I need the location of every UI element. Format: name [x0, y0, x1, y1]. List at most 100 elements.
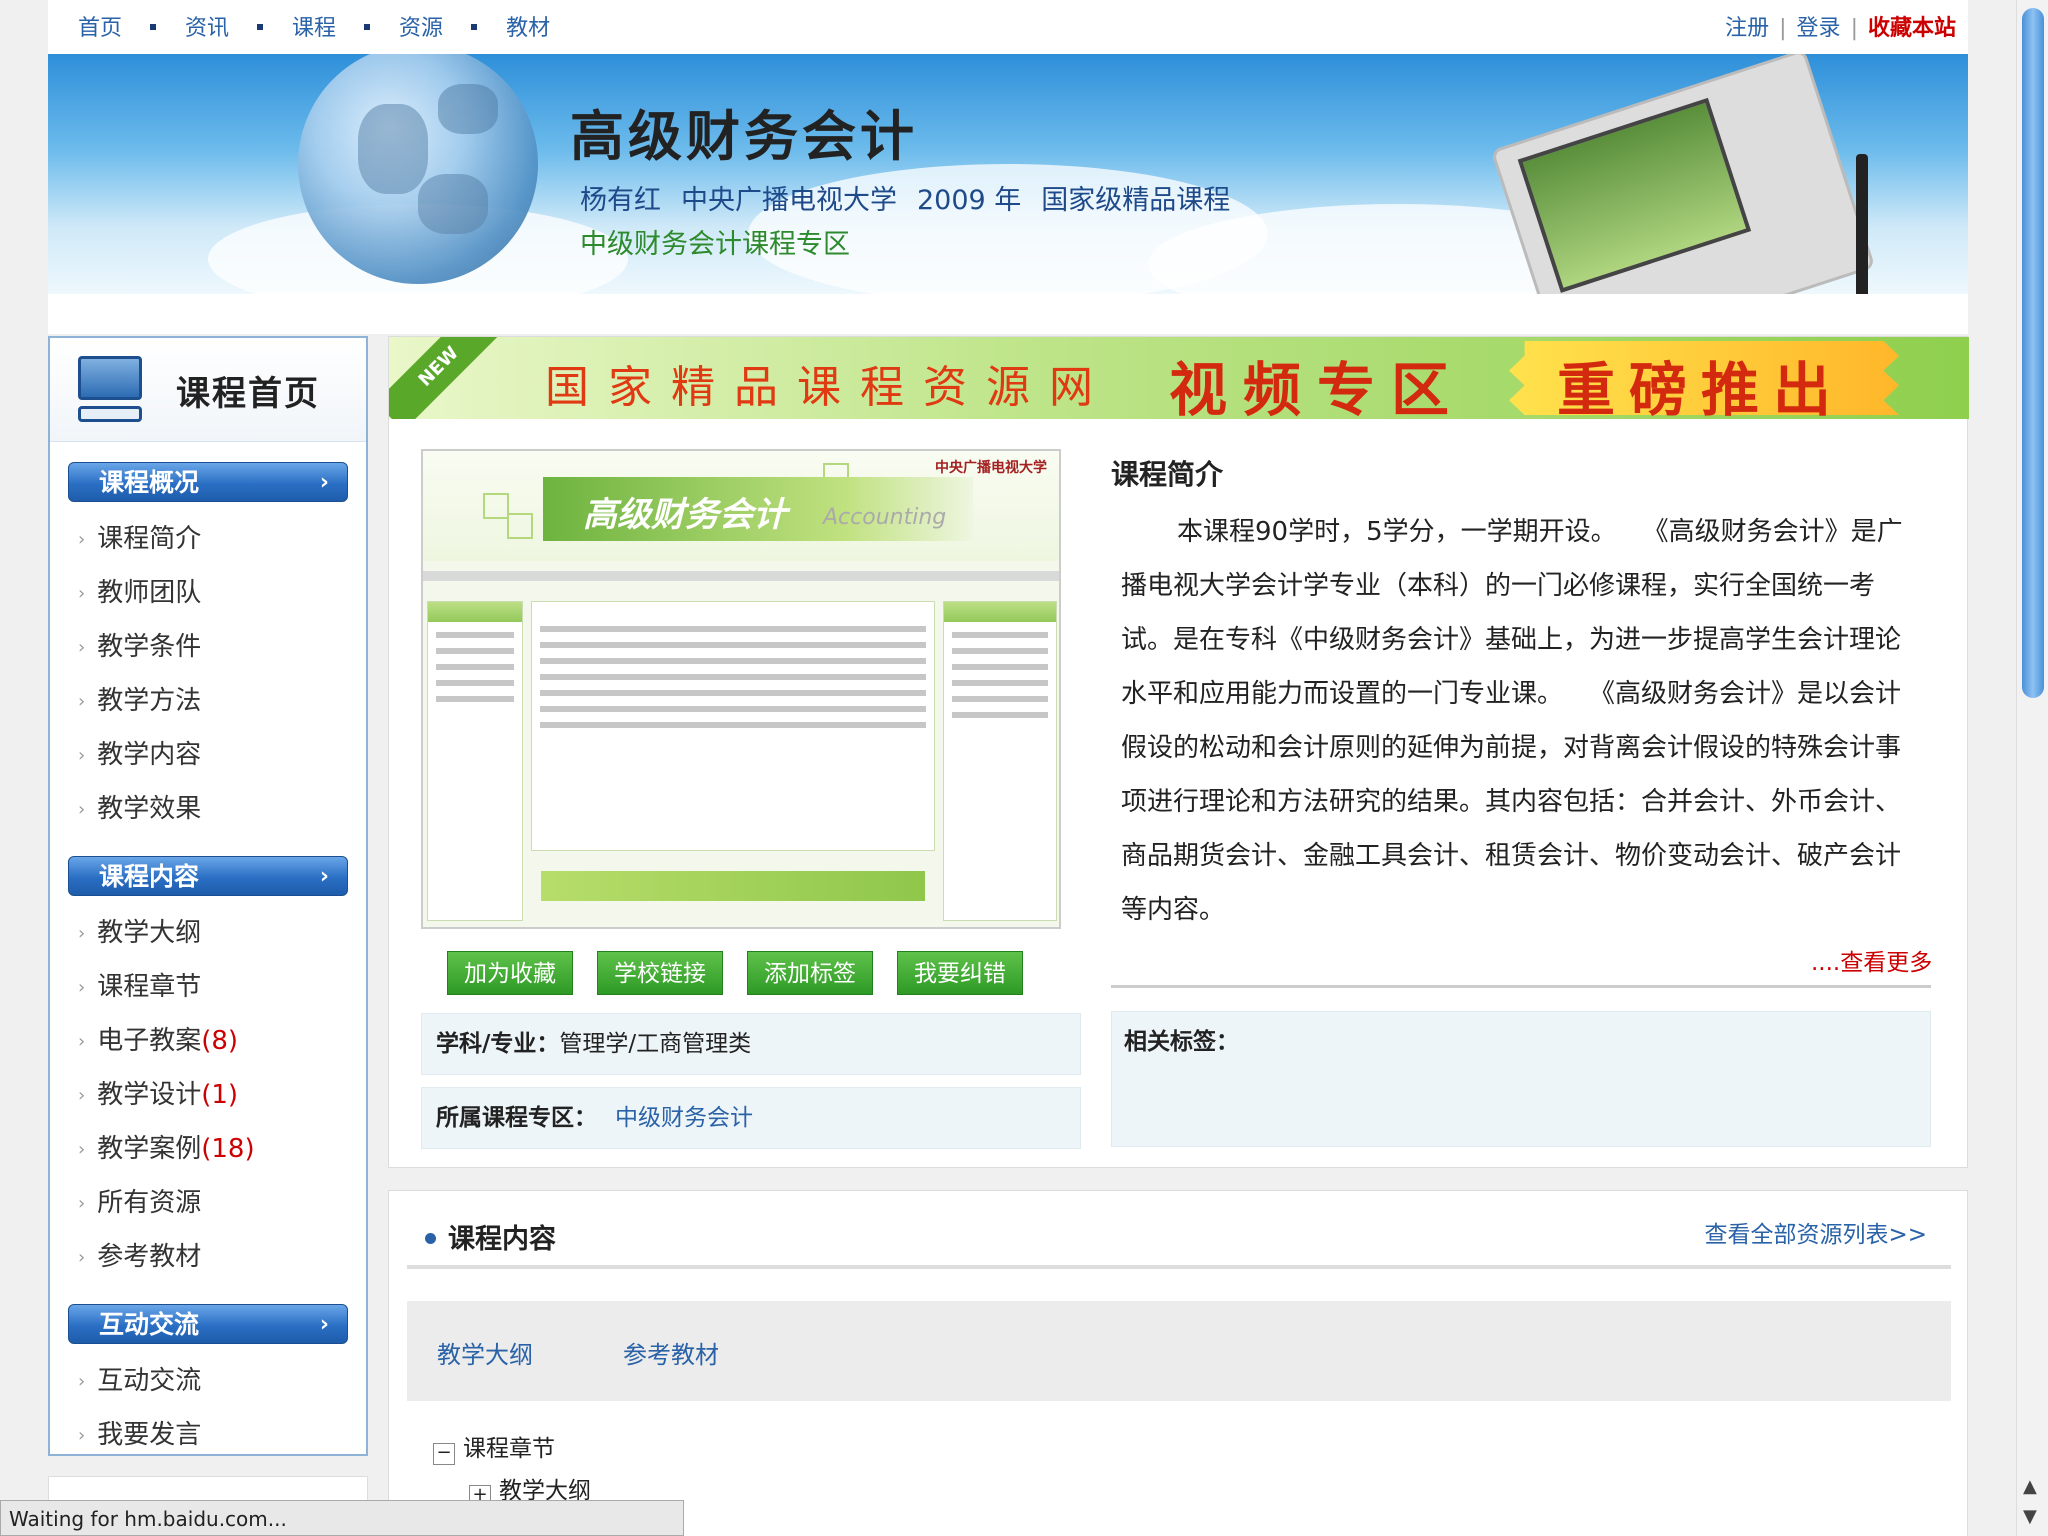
- chevron-right-icon: ›: [319, 864, 329, 889]
- sidebar-item-conditions[interactable]: › 教学条件: [50, 620, 366, 674]
- sidebar-item-label: 互动交流: [97, 1366, 202, 1396]
- scroll-up-icon[interactable]: ▲: [2023, 1476, 2037, 1497]
- separator: |: [1850, 16, 1858, 41]
- laptop-illustration: [1490, 54, 1876, 294]
- sidebar-item-chapters[interactable]: › 课程章节: [50, 960, 366, 1014]
- chevron-right-icon: ›: [78, 1247, 86, 1268]
- content-heading: 课程内容: [425, 1217, 556, 1256]
- add-tag-button[interactable]: 添加标签: [747, 951, 873, 995]
- top-nav-account: 注册 | 登录 | 收藏本站: [1725, 10, 1956, 42]
- course-year: 2009 年: [917, 185, 1022, 216]
- sidebar: 课程首页 课程概况 › › 课程简介 › 教师团队 › 教学条件 › 教学方法 › 教学内容…: [48, 336, 368, 1456]
- zone-label: 所属课程专区：: [436, 1105, 597, 1131]
- sidebar-item-cases[interactable]: › 教学案例(18): [50, 1122, 366, 1176]
- course-title: 高级财务会计: [570, 104, 918, 168]
- chevron-right-icon: ›: [78, 1371, 86, 1392]
- sidebar-item-team[interactable]: › 教师团队: [50, 566, 366, 620]
- report-error-button[interactable]: 我要纠错: [897, 951, 1023, 995]
- view-all-resources-link[interactable]: 查看全部资源列表>>: [1704, 1215, 1927, 1249]
- chevron-right-icon: ›: [78, 529, 86, 550]
- divider: [1111, 985, 1931, 988]
- sidebar-section-overview[interactable]: 课程概况 ›: [68, 462, 348, 502]
- tab-syllabus[interactable]: 教学大纲: [437, 1335, 533, 1370]
- sidebar-item-label: 教学内容: [97, 740, 202, 770]
- sidebar-item-label: 教学方法: [97, 686, 202, 716]
- tab-textbooks[interactable]: 参考教材: [623, 1335, 719, 1370]
- main-panel: NEW 国家精品课程资源网 视频专区 重磅推出 高级财务会计 Accountin…: [388, 336, 1969, 1168]
- count-badge: (8): [201, 1026, 239, 1056]
- sidebar-item-textbooks[interactable]: › 参考教材: [50, 1230, 366, 1284]
- nav-separator: [150, 24, 157, 30]
- course-school: 中央广播电视大学: [681, 185, 897, 216]
- sidebar-item-label: 教学案例: [97, 1134, 202, 1164]
- scrollbar-thumb[interactable]: [2022, 8, 2044, 698]
- sidebar-section-label: 互动交流: [99, 1310, 200, 1339]
- course-level: 国家级精品课程: [1041, 185, 1231, 216]
- action-buttons: 加为收藏 学校链接 添加标签 我要纠错: [447, 951, 1047, 995]
- browser-status-bar: Waiting for hm.baidu.com...: [0, 1500, 684, 1536]
- scroll-down-icon[interactable]: ▼: [2023, 1506, 2037, 1527]
- course-meta: 杨有红 中央广播电视大学 2009 年国家级精品课程: [580, 178, 1250, 217]
- sidebar-item-intro[interactable]: › 课程简介: [50, 512, 366, 566]
- promo-banner[interactable]: NEW 国家精品课程资源网 视频专区 重磅推出: [389, 337, 1969, 419]
- course-content-panel: 课程内容 查看全部资源列表>> 教学大纲 参考教材 − 课程章节 + 教学大纲: [388, 1190, 1968, 1536]
- sidebar-item-label: 教师团队: [97, 578, 202, 608]
- sidebar-item-lesson-plans[interactable]: › 电子教案(8): [50, 1014, 366, 1068]
- chevron-right-icon: ›: [78, 1425, 86, 1446]
- sidebar-item-teaching-content[interactable]: › 教学内容: [50, 728, 366, 782]
- sidebar-item-post[interactable]: › 我要发言: [50, 1408, 366, 1462]
- register-link[interactable]: 注册: [1725, 16, 1769, 41]
- content-title: 课程内容: [448, 1224, 556, 1255]
- course-author: 杨有红: [580, 185, 661, 216]
- sidebar-item-label: 我要发言: [97, 1420, 202, 1450]
- sidebar-item-label: 所有资源: [97, 1188, 202, 1218]
- sidebar-item-effects[interactable]: › 教学效果: [50, 782, 366, 836]
- sidebar-item-design[interactable]: › 教学设计(1): [50, 1068, 366, 1122]
- chevron-right-icon: ›: [78, 1139, 86, 1160]
- thumbnail-title: 高级财务会计: [583, 495, 787, 535]
- chevron-right-icon: ›: [319, 470, 329, 495]
- sidebar-item-all-resources[interactable]: › 所有资源: [50, 1176, 366, 1230]
- login-link[interactable]: 登录: [1797, 16, 1841, 41]
- top-nav-links: 首页 资讯 课程 资源 教材: [78, 10, 558, 42]
- nav-link-textbooks[interactable]: 教材: [506, 16, 550, 41]
- nav-link-news[interactable]: 资讯: [185, 16, 229, 41]
- bullet-icon: [425, 1233, 436, 1244]
- course-zone-link[interactable]: 中级财务会计课程专区: [580, 222, 850, 261]
- view-more-link[interactable]: ....查看更多: [1811, 943, 1932, 977]
- sidebar-item-label: 教学大纲: [97, 918, 202, 948]
- nav-link-resources[interactable]: 资源: [399, 16, 443, 41]
- tree-node-chapters[interactable]: − 课程章节: [433, 1429, 591, 1471]
- chevron-right-icon: ›: [78, 1193, 86, 1214]
- nav-link-courses[interactable]: 课程: [292, 16, 336, 41]
- subject-label: 学科/专业：: [436, 1031, 560, 1057]
- intro-text: 本课程90学时，5学分，一学期开设。 《高级财务会计》是广播电视大学会计学专业（…: [1121, 517, 1903, 925]
- sidebar-item-methods[interactable]: › 教学方法: [50, 674, 366, 728]
- chevron-right-icon: ›: [319, 1312, 329, 1337]
- subject-info: 学科/专业：管理学/工商管理类: [421, 1013, 1081, 1075]
- add-favorite-button[interactable]: 加为收藏: [447, 951, 573, 995]
- course-screenshot[interactable]: 高级财务会计 Accounting 中央广播电视大学: [421, 449, 1061, 929]
- school-link-button[interactable]: 学校链接: [597, 951, 723, 995]
- bookmark-site-link[interactable]: 收藏本站: [1868, 16, 1956, 41]
- sidebar-home-header[interactable]: 课程首页: [50, 338, 366, 442]
- count-badge: (18): [201, 1134, 255, 1164]
- chevron-right-icon: ›: [78, 637, 86, 658]
- promo-text-site: 国家精品课程资源网: [545, 362, 1112, 413]
- nav-separator: [364, 24, 371, 30]
- nav-separator: [471, 24, 478, 30]
- separator: |: [1779, 16, 1787, 41]
- sidebar-item-syllabus[interactable]: › 教学大纲: [50, 906, 366, 960]
- zone-link[interactable]: 中级财务会计: [615, 1105, 753, 1131]
- chevron-right-icon: ›: [78, 1031, 86, 1052]
- zone-info: 所属课程专区： 中级财务会计: [421, 1087, 1081, 1149]
- thumbnail-brand: 中央广播电视大学: [935, 460, 1047, 476]
- sidebar-section-content[interactable]: 课程内容 ›: [68, 856, 348, 896]
- nav-link-home[interactable]: 首页: [78, 16, 122, 41]
- sidebar-item-discussion[interactable]: › 互动交流: [50, 1354, 366, 1408]
- vertical-scrollbar[interactable]: ▲ ▼: [2016, 0, 2048, 1536]
- count-badge: (1): [201, 1080, 239, 1110]
- sidebar-item-label: 教学条件: [97, 632, 202, 662]
- collapse-icon[interactable]: −: [433, 1443, 455, 1465]
- sidebar-section-interaction[interactable]: 互动交流 ›: [68, 1304, 348, 1344]
